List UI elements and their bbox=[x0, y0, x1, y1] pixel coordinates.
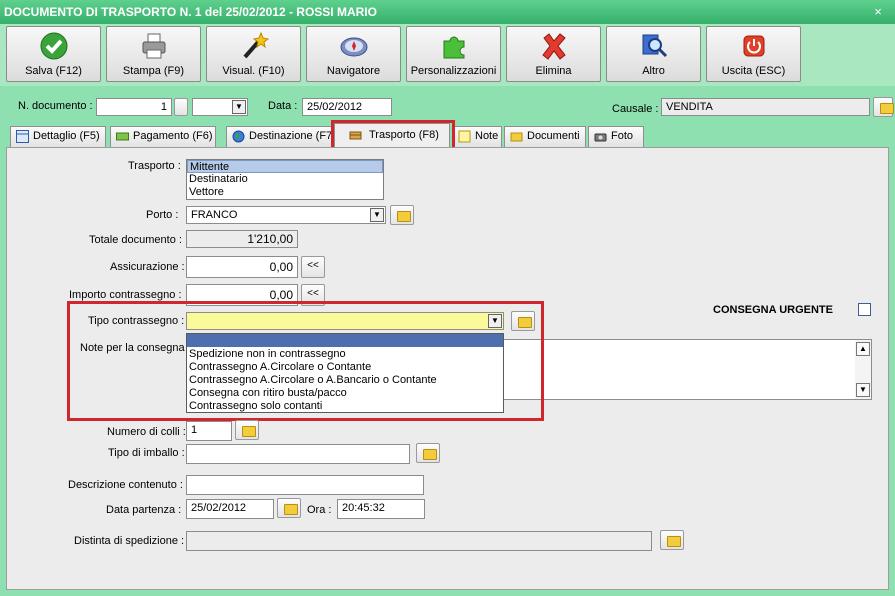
assicurazione-label: Assicurazione : bbox=[110, 261, 185, 273]
other-button[interactable]: Altro bbox=[606, 26, 701, 82]
imballo-label: Tipo di imballo : bbox=[108, 447, 185, 459]
print-button[interactable]: Stampa (F9) bbox=[106, 26, 201, 82]
assicurazione-shift-button[interactable]: << bbox=[301, 256, 325, 278]
trasporto-option[interactable]: Mittente bbox=[187, 160, 383, 173]
note-icon bbox=[458, 130, 471, 143]
other-button-label: Altro bbox=[642, 65, 665, 77]
doc-number-label: N. documento : bbox=[18, 100, 93, 112]
tab-dettaglio-label: Dettaglio (F5) bbox=[33, 130, 100, 142]
power-icon bbox=[743, 35, 765, 57]
imballo-field[interactable] bbox=[186, 444, 410, 464]
doc-number-spin-button[interactable] bbox=[174, 98, 188, 116]
porto-folder-icon[interactable] bbox=[390, 205, 414, 225]
date-field[interactable]: 25/02/2012 bbox=[302, 98, 392, 116]
chevron-down-icon[interactable]: ▼ bbox=[232, 100, 246, 114]
distinta-field bbox=[186, 531, 652, 551]
descrizione-label: Descrizione contenuto : bbox=[68, 479, 183, 491]
save-button-label: Salva (F12) bbox=[25, 65, 82, 77]
tab-dettaglio[interactable]: Dettaglio (F5) bbox=[10, 126, 106, 147]
chevron-down-icon[interactable]: ▼ bbox=[370, 208, 384, 222]
tab-pagamento[interactable]: Pagamento (F6) bbox=[110, 126, 216, 147]
porto-label: Porto : bbox=[146, 209, 179, 221]
tab-foto-label: Foto bbox=[611, 130, 634, 142]
grid-icon bbox=[16, 130, 29, 143]
preview-button[interactable]: Visual. (F10) bbox=[206, 26, 301, 82]
camera-icon bbox=[594, 133, 607, 142]
totale-label: Totale documento : bbox=[89, 234, 182, 246]
navigator-button[interactable]: Navigatore bbox=[306, 26, 401, 82]
consegna-urgente-label: CONSEGNA URGENTE bbox=[713, 304, 833, 316]
trasporto-option[interactable]: Destinatario bbox=[187, 173, 383, 186]
scroll-down-icon[interactable]: ▼ bbox=[856, 383, 870, 397]
importo-label: Importo contrassegno : bbox=[69, 289, 182, 301]
globe-icon bbox=[232, 130, 245, 143]
print-button-label: Stampa (F9) bbox=[122, 65, 185, 77]
customize-button-label: Personalizzazioni bbox=[410, 65, 497, 77]
trasporto-listbox[interactable]: Mittente Destinatario Vettore bbox=[186, 159, 384, 200]
note-scrollbar[interactable]: ▲ ▼ bbox=[855, 340, 871, 399]
window-title: DOCUMENTO DI TRASPORTO N. 1 del 25/02/20… bbox=[4, 5, 377, 19]
header-fields: N. documento : 1 ▼ Data : 25/02/2012 Cau… bbox=[0, 86, 895, 122]
scroll-up-icon[interactable]: ▲ bbox=[856, 342, 870, 356]
tab-foto[interactable]: Foto bbox=[588, 126, 644, 147]
ora-field[interactable]: 20:45:32 bbox=[337, 499, 425, 519]
tab-destinazione[interactable]: Destinazione (F7) bbox=[226, 126, 332, 147]
tab-note[interactable]: Note bbox=[452, 126, 502, 147]
close-icon[interactable]: × bbox=[871, 5, 885, 19]
causale-label: Causale : bbox=[612, 103, 659, 115]
calendar-icon[interactable] bbox=[277, 498, 301, 518]
save-button[interactable]: Salva (F12) bbox=[6, 26, 101, 82]
magnifier-icon bbox=[642, 34, 668, 58]
compass-icon bbox=[340, 37, 368, 57]
money-icon bbox=[116, 132, 129, 141]
doc-number-field[interactable]: 1 bbox=[96, 98, 172, 116]
distinta-folder-icon[interactable] bbox=[660, 530, 684, 550]
dropdown-highlight-frame bbox=[67, 301, 544, 421]
tab-destinazione-label: Destinazione (F7) bbox=[249, 130, 332, 142]
delete-button[interactable]: Elimina bbox=[506, 26, 601, 82]
causale-field[interactable]: VENDITA bbox=[661, 98, 870, 116]
exit-button-label: Uscita (ESC) bbox=[721, 65, 786, 77]
window-title-bar: DOCUMENTO DI TRASPORTO N. 1 del 25/02/20… bbox=[0, 0, 895, 24]
distinta-label: Distinta di spedizione : bbox=[74, 535, 185, 547]
exit-button[interactable]: Uscita (ESC) bbox=[706, 26, 801, 82]
navigator-button-label: Navigatore bbox=[326, 65, 381, 77]
tab-documenti[interactable]: Documenti bbox=[504, 126, 586, 147]
customize-button[interactable]: Personalizzazioni bbox=[406, 26, 501, 82]
folder-icon bbox=[510, 132, 523, 142]
totale-field: 1'210,00 bbox=[186, 230, 298, 248]
puzzle-icon bbox=[443, 36, 465, 59]
printer-icon bbox=[142, 33, 166, 59]
consegna-urgente-checkbox[interactable] bbox=[858, 303, 871, 316]
doc-series-combo[interactable]: ▼ bbox=[192, 98, 248, 116]
assicurazione-field[interactable]: 0,00 bbox=[186, 256, 298, 278]
ora-label: Ora : bbox=[307, 504, 332, 516]
toolbar: Salva (F12) Stampa (F9) Visual. (F10) Na… bbox=[0, 24, 895, 86]
trasporto-option[interactable]: Vettore bbox=[187, 186, 383, 199]
preview-button-label: Visual. (F10) bbox=[222, 65, 285, 77]
check-icon bbox=[40, 32, 68, 60]
descrizione-field[interactable] bbox=[186, 475, 424, 495]
colli-folder-icon[interactable] bbox=[235, 420, 259, 440]
colli-field[interactable]: 1 bbox=[186, 421, 232, 441]
delete-button-label: Elimina bbox=[535, 65, 572, 77]
trasporto-label: Trasporto : bbox=[128, 160, 181, 172]
causale-folder-icon[interactable] bbox=[873, 97, 894, 117]
tab-pagamento-label: Pagamento (F6) bbox=[133, 130, 213, 142]
delete-x-icon bbox=[542, 33, 566, 60]
data-partenza-label: Data partenza : bbox=[106, 504, 182, 516]
tab-documenti-label: Documenti bbox=[527, 130, 580, 142]
magic-wand-icon bbox=[243, 31, 269, 59]
date-label: Data : bbox=[268, 100, 298, 112]
data-partenza-field[interactable]: 25/02/2012 bbox=[186, 499, 274, 519]
imballo-folder-icon[interactable] bbox=[416, 443, 440, 463]
porto-value: FRANCO bbox=[191, 209, 238, 221]
porto-combo[interactable]: FRANCO ▼ bbox=[186, 206, 386, 224]
colli-label: Numero di colli : bbox=[107, 426, 186, 438]
tab-note-label: Note bbox=[475, 130, 499, 142]
